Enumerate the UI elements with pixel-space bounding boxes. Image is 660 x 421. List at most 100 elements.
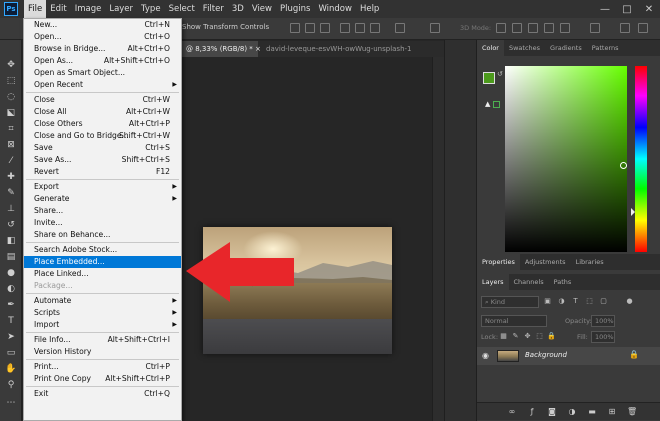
- brush-tool-icon[interactable]: ✎: [5, 188, 17, 199]
- hand-tool-icon[interactable]: ✋: [5, 364, 17, 375]
- menu-item-place-embedded[interactable]: Place Embedded...: [24, 256, 181, 268]
- align-top-icon[interactable]: [290, 23, 300, 33]
- tab-libraries[interactable]: Libraries: [571, 254, 609, 270]
- align-center-icon[interactable]: [355, 23, 365, 33]
- 3d-slide-icon[interactable]: [544, 23, 554, 33]
- marquee-tool-icon[interactable]: ⬚: [5, 76, 17, 87]
- search-icon[interactable]: [620, 23, 630, 33]
- menu-select[interactable]: Select: [165, 0, 199, 18]
- distribute-icon[interactable]: [395, 23, 405, 33]
- hue-slider-bar[interactable]: [635, 66, 647, 252]
- menu-item-open-as[interactable]: Open As... Alt+Shift+Ctrl+O: [24, 55, 181, 67]
- menu-item-invite[interactable]: Invite...: [24, 217, 181, 229]
- menu-item-close-others[interactable]: Close Others Alt+Ctrl+P: [24, 118, 181, 130]
- menu-image[interactable]: Image: [71, 0, 106, 18]
- menu-item-close-all[interactable]: Close All Alt+Ctrl+W: [24, 106, 181, 118]
- filter-toggle-icon[interactable]: ●: [625, 297, 634, 306]
- menu-item-print[interactable]: Print... Ctrl+P: [24, 361, 181, 373]
- menu-item-revert[interactable]: Revert F12: [24, 166, 181, 178]
- filter-type-icon[interactable]: T: [571, 297, 580, 306]
- menu-item-import[interactable]: Import ▶: [24, 319, 181, 331]
- eraser-tool-icon[interactable]: ◧: [5, 236, 17, 247]
- new-group-icon[interactable]: ▬: [587, 407, 597, 417]
- tab-gradients[interactable]: Gradients: [545, 40, 587, 56]
- zoom-tool-icon[interactable]: ⚲: [5, 380, 17, 391]
- healing-brush-tool-icon[interactable]: ✚: [5, 172, 17, 183]
- fill-field[interactable]: 100%: [591, 331, 615, 343]
- foreground-color-swatch[interactable]: [483, 72, 495, 84]
- menu-item-share-on-behance[interactable]: Share on Behance...: [24, 229, 181, 241]
- vertical-scrollbar[interactable]: [432, 57, 444, 421]
- menu-file[interactable]: File: [24, 0, 47, 18]
- web-safe-icon[interactable]: [493, 101, 500, 108]
- hue-slider-handle[interactable]: [631, 208, 635, 216]
- 3d-roll-icon[interactable]: [512, 23, 522, 33]
- dodge-tool-icon[interactable]: ◐: [5, 284, 17, 295]
- adjustment-layer-icon[interactable]: ◑: [567, 407, 577, 417]
- menu-item-open-as-smart-object[interactable]: Open as Smart Object...: [24, 67, 181, 79]
- menu-item-share[interactable]: Share...: [24, 205, 181, 217]
- menu-edit[interactable]: Edit: [46, 0, 70, 18]
- menu-plugins[interactable]: Plugins: [276, 0, 314, 18]
- menu-type[interactable]: Type: [137, 0, 165, 18]
- workspace-icon[interactable]: [638, 23, 648, 33]
- menu-item-export[interactable]: Export ▶: [24, 181, 181, 193]
- add-mask-icon[interactable]: ◙: [547, 407, 557, 417]
- link-layers-icon[interactable]: ∞: [507, 407, 517, 417]
- swap-colors-icon[interactable]: ↺: [497, 70, 503, 78]
- crop-tool-icon[interactable]: ⌗: [5, 124, 17, 135]
- minimize-icon[interactable]: —: [594, 0, 616, 18]
- doc-tab-second[interactable]: david-leveque-esvWH-owWug-unsplash-1: [262, 41, 444, 57]
- menu-item-close-and-go-to-bridge[interactable]: Close and Go to Bridge... Shift+Ctrl+W: [24, 130, 181, 142]
- more-options-icon[interactable]: [430, 23, 440, 33]
- tab-paths[interactable]: Paths: [549, 274, 577, 290]
- history-brush-tool-icon[interactable]: ↺: [5, 220, 17, 231]
- menu-item-automate[interactable]: Automate ▶: [24, 295, 181, 307]
- eye-visibility-icon[interactable]: ◉: [482, 351, 489, 360]
- frame-tool-icon[interactable]: ⊠: [5, 140, 17, 151]
- rectangle-tool-icon[interactable]: ▭: [5, 348, 17, 359]
- menu-item-scripts[interactable]: Scripts ▶: [24, 307, 181, 319]
- menu-item-close[interactable]: Close Ctrl+W: [24, 94, 181, 106]
- tab-patterns[interactable]: Patterns: [587, 40, 624, 56]
- gradient-tool-icon[interactable]: ▤: [5, 252, 17, 263]
- menu-item-generate[interactable]: Generate ▶: [24, 193, 181, 205]
- color-picker-marker[interactable]: [620, 162, 627, 169]
- layer-row-background[interactable]: ◉ Background 🔒: [477, 347, 660, 365]
- tab-layers[interactable]: Layers: [477, 274, 509, 290]
- lock-pixels-icon[interactable]: ✎: [511, 332, 520, 341]
- menu-item-new[interactable]: New... Ctrl+N: [24, 19, 181, 31]
- blur-tool-icon[interactable]: ●: [5, 268, 17, 279]
- type-tool-icon[interactable]: T: [5, 316, 17, 327]
- menu-window[interactable]: Window: [314, 0, 356, 18]
- tab-adjustments[interactable]: Adjustments: [520, 254, 571, 270]
- menu-item-open-recent[interactable]: Open Recent ▶: [24, 79, 181, 91]
- menu-item-browse-in-bridge[interactable]: Browse in Bridge... Alt+Ctrl+O: [24, 43, 181, 55]
- filter-image-icon[interactable]: ▣: [543, 297, 552, 306]
- menu-filter[interactable]: Filter: [199, 0, 228, 18]
- more-tools-icon[interactable]: ⋯: [5, 398, 17, 409]
- menu-item-open[interactable]: Open... Ctrl+O: [24, 31, 181, 43]
- color-field[interactable]: [505, 66, 627, 252]
- filter-adjustment-icon[interactable]: ◑: [557, 297, 566, 306]
- menu-item-exit[interactable]: Exit Ctrl+Q: [24, 388, 181, 400]
- filter-shape-icon[interactable]: ⬚: [585, 297, 594, 306]
- menu-view[interactable]: View: [248, 0, 276, 18]
- menu-item-search-adobe-stock[interactable]: Search Adobe Stock...: [24, 244, 181, 256]
- align-left-icon[interactable]: [340, 23, 350, 33]
- close-window-icon[interactable]: ✕: [638, 0, 660, 18]
- tab-swatches[interactable]: Swatches: [504, 40, 545, 56]
- clone-stamp-tool-icon[interactable]: ⊥: [5, 204, 17, 215]
- video-icon[interactable]: [590, 23, 600, 33]
- menu-3d[interactable]: 3D: [228, 0, 248, 18]
- tab-channels[interactable]: Channels: [509, 274, 549, 290]
- menu-item-save-as[interactable]: Save As... Shift+Ctrl+S: [24, 154, 181, 166]
- pen-tool-icon[interactable]: ✒: [5, 300, 17, 311]
- lock-transparent-icon[interactable]: ▦: [499, 332, 508, 341]
- doc-tab-active[interactable]: @ 8,33% (RGB/8) * ×: [182, 41, 261, 57]
- layer-kind-filter[interactable]: ⌕ Kind: [481, 296, 539, 308]
- eyedropper-tool-icon[interactable]: ⁄: [5, 156, 17, 167]
- menu-item-version-history[interactable]: Version History: [24, 346, 181, 358]
- blend-mode-select[interactable]: Normal: [481, 315, 547, 327]
- 3d-scale-icon[interactable]: [560, 23, 570, 33]
